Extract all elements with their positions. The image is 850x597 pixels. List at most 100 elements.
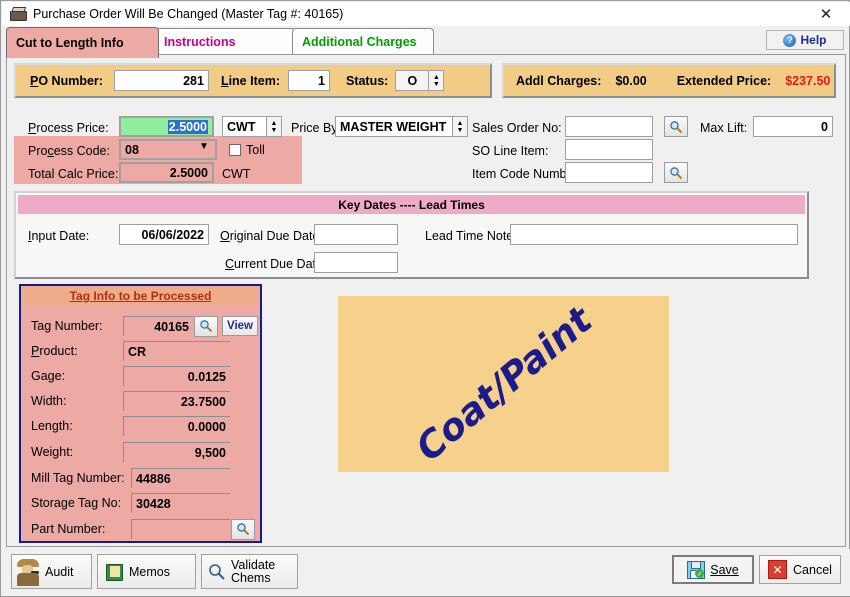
tag-info-header-label: Tag Info to be Processed <box>70 289 212 303</box>
process-code-label: Process Code: <box>28 144 110 158</box>
price-by-input[interactable]: MASTER WEIGHT <box>335 116 453 137</box>
price-by-label: Price By: <box>291 121 341 135</box>
po-summary-panel: PO Number: 281 Line Item: 1 Status: O ▲▼ <box>14 63 492 98</box>
lead-time-notes-input[interactable] <box>510 224 798 245</box>
tag-info-panel: Tag Info to be Processed Tag Number: 401… <box>19 284 262 543</box>
part-number-input[interactable] <box>131 519 230 539</box>
price-by-stepper[interactable]: ▲▼ <box>453 116 468 137</box>
current-due-date-label: Current Due Date: <box>225 257 326 271</box>
close-x-icon: ✕ <box>768 560 787 579</box>
tag-number-input[interactable]: 40165 <box>123 316 193 336</box>
tag-row-length: Length: 0.0000 <box>31 415 230 437</box>
validate-line1: Validate <box>231 558 275 572</box>
row-label: Mill Tag Number: <box>31 471 131 485</box>
tag-row-mill-tag-number: Mill Tag Number: 44886 <box>31 467 230 489</box>
status-stepper[interactable]: ▲▼ <box>429 70 444 91</box>
total-calc-price-value: 2.5000 <box>119 162 214 183</box>
width-input[interactable]: 23.7500 <box>123 391 230 411</box>
product-preview-image: Coat/Paint <box>338 296 669 472</box>
view-button[interactable]: View <box>222 316 258 336</box>
title-bar: Purchase Order Will Be Changed (Master T… <box>2 2 850 26</box>
memos-button[interactable]: Memos <box>97 554 196 589</box>
sales-order-input[interactable] <box>565 116 653 137</box>
addl-charges-label: Addl Charges: <box>516 74 601 88</box>
tag-row-storage-tag-no: Storage Tag No: 30428 <box>31 492 230 514</box>
row-label: Weight: <box>31 445 123 459</box>
gage-input[interactable]: 0.0125 <box>123 366 230 386</box>
help-globe-icon: ? <box>783 34 796 47</box>
tab-label: Instructions <box>164 35 236 49</box>
row-label: Part Number: <box>31 522 131 536</box>
sales-order-search-icon[interactable] <box>664 116 688 137</box>
row-label: Product: <box>31 344 123 358</box>
toll-checkbox[interactable] <box>229 144 241 156</box>
memos-label: Memos <box>129 565 170 579</box>
magnifier-icon <box>208 563 228 581</box>
length-input[interactable]: 0.0000 <box>123 416 230 436</box>
total-calc-uom: CWT <box>222 167 250 181</box>
window-title: Purchase Order Will Be Changed (Master T… <box>33 7 343 21</box>
tab-label: Additional Charges <box>302 35 417 49</box>
detective-icon <box>15 557 41 586</box>
row-label: Gage: <box>31 369 123 383</box>
line-item-input[interactable]: 1 <box>288 70 330 91</box>
total-calc-price-label: Total Calc Price: <box>28 167 118 181</box>
process-pricing-area: Process Price: 2.5000 CWT ▲▼ Price By: M… <box>14 105 836 187</box>
so-line-item-input[interactable] <box>565 139 653 160</box>
process-price-input[interactable]: 2.5000 <box>119 116 214 137</box>
tag-number-search-icon[interactable] <box>194 316 218 337</box>
extended-price-value: $237.50 <box>785 74 830 88</box>
status-input[interactable]: O <box>395 70 429 91</box>
tab-label: Cut to Length Info <box>16 36 124 50</box>
audit-button[interactable]: Audit <box>11 554 92 589</box>
max-lift-input[interactable]: 0 <box>753 116 833 137</box>
status-label: Status: <box>346 74 388 88</box>
line-item-label: Line Item: <box>221 74 280 88</box>
validate-chems-button[interactable]: Validate Chems <box>201 554 298 589</box>
extended-price-label: Extended Price: <box>677 74 771 88</box>
item-code-search-icon[interactable] <box>664 162 688 183</box>
row-label: Length: <box>31 419 123 433</box>
so-line-item-label: SO Line Item: <box>472 144 548 158</box>
tag-row-tag-number: Tag Number: 40165 View <box>31 315 258 337</box>
footer-button-bar: Audit Memos Validate Chems ✓ Save ✕ Canc… <box>2 549 850 596</box>
key-dates-header: Key Dates ---- Lead Times <box>18 195 805 214</box>
weight-input[interactable]: 9,500 <box>123 442 230 462</box>
part-number-search-icon[interactable] <box>231 519 255 540</box>
uom-input[interactable]: CWT <box>222 116 267 137</box>
audit-label: Audit <box>45 565 74 579</box>
po-number-label: PO Number: <box>30 74 103 88</box>
tab-additional-charges[interactable]: Additional Charges <box>292 28 434 55</box>
help-button[interactable]: ? Help <box>766 30 844 50</box>
row-label: Storage Tag No: <box>31 496 131 510</box>
purchase-order-window: Purchase Order Will Be Changed (Master T… <box>0 0 850 597</box>
tag-row-width: Width: 23.7500 <box>31 390 230 412</box>
current-due-date-input[interactable] <box>314 252 398 273</box>
po-number-input[interactable]: 281 <box>114 70 209 91</box>
tab-cut-to-length-info[interactable]: Cut to Length Info <box>6 27 159 58</box>
tag-row-part-number: Part Number: <box>31 518 255 540</box>
row-label: Tag Number: <box>31 319 123 333</box>
cancel-label: Cancel <box>793 563 832 577</box>
input-date-label: Input Date: <box>28 229 89 243</box>
floppy-save-icon: ✓ <box>687 561 704 578</box>
book-icon <box>106 564 123 579</box>
process-price-label: Process Price: <box>28 121 109 135</box>
uom-stepper[interactable]: ▲▼ <box>267 116 282 137</box>
chevron-down-icon[interactable]: ▼ <box>199 141 209 152</box>
original-due-date-label: Original Due Date: <box>220 229 323 243</box>
save-button[interactable]: ✓ Save <box>672 555 754 584</box>
addl-charges-value: $0.00 <box>615 74 646 88</box>
item-code-input[interactable] <box>565 162 653 183</box>
mill-tag-number-input[interactable]: 44886 <box>131 468 230 488</box>
max-lift-label: Max Lift: <box>700 121 747 135</box>
storage-tag-no-input[interactable]: 30428 <box>131 493 230 513</box>
input-date-input[interactable]: 06/06/2022 <box>119 224 209 245</box>
original-due-date-input[interactable] <box>314 224 398 245</box>
cancel-button[interactable]: ✕ Cancel <box>759 555 841 584</box>
close-icon[interactable]: ✕ <box>805 2 847 25</box>
product-input[interactable]: CR <box>123 341 230 361</box>
tag-row-product: Product: CR <box>31 340 230 362</box>
tab-instructions[interactable]: Instructions <box>154 28 296 55</box>
sales-order-label: Sales Order No: <box>472 121 562 135</box>
